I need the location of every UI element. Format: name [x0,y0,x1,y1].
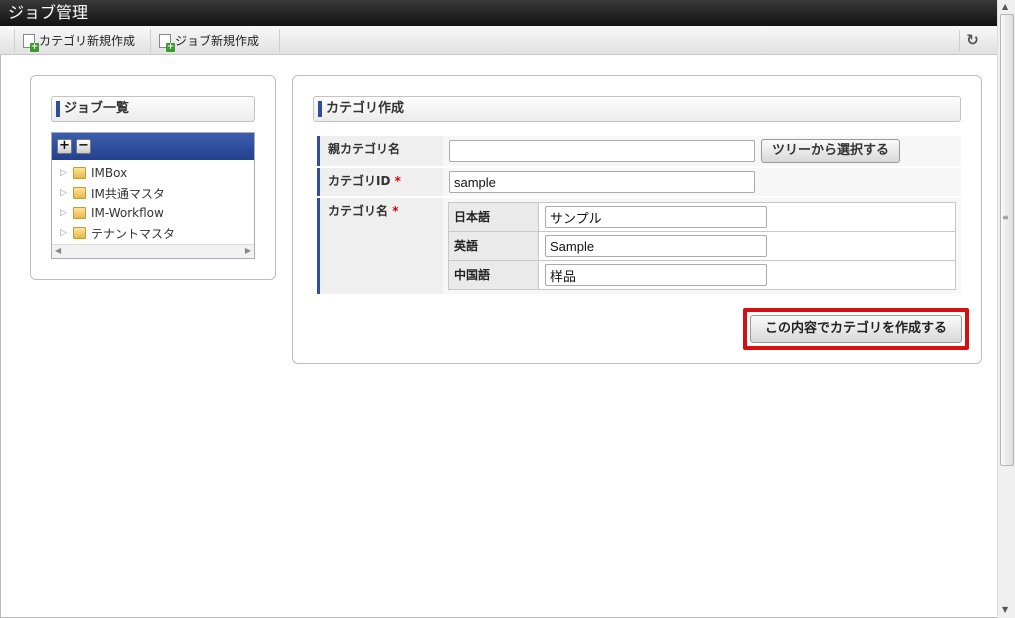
parent-category-cell: ツリーから選択する [443,136,961,166]
category-name-cell: 日本語 英語 中国語 [443,198,961,294]
table-row: 英語 [448,231,956,261]
job-tree: + − ▷ IMBox ▷ IM共通マスタ ▷ IM-Workflow ▷ テナ… [51,132,255,259]
tree-node[interactable]: ▷ IM-Workflow [60,203,254,223]
category-create-heading: カテゴリ作成 [313,96,961,122]
language-label: 英語 [448,231,539,261]
new-job-label: ジョブ新規作成 [175,34,260,48]
category-create-panel: カテゴリ作成 親カテゴリ名 ツリーから選択する カテゴリID * sample … [292,75,982,364]
scroll-grip-icon: ≡ [1002,213,1009,222]
parent-category-input[interactable] [449,140,755,162]
language-value-cell [538,202,956,232]
new-document-icon [159,33,175,52]
vertical-scrollbar[interactable]: ▲ ≡ ▼ [997,0,1015,618]
scroll-left-arrow-icon[interactable]: ◀ [55,246,61,255]
folder-icon [73,167,86,179]
tree-node-label: IM-Workflow [91,206,164,220]
scrollbar-thumb[interactable] [1000,14,1014,466]
parent-category-label-text: 親カテゴリ名 [328,142,401,156]
refresh-icon: ↻ [966,31,979,49]
language-value-cell [538,231,956,261]
table-row: 日本語 [448,202,956,232]
submit-highlight: この内容でカテゴリを作成する [743,308,969,350]
app-title: ジョブ管理 [8,3,89,22]
category-name-label-text: カテゴリ名 [328,204,389,218]
category-form: 親カテゴリ名 ツリーから選択する カテゴリID * カテゴリ名 * [317,134,961,296]
category-id-label-text: カテゴリID [328,174,391,188]
expand-arrow-icon[interactable]: ▷ [60,208,68,218]
category-id-label: カテゴリID * [317,168,443,196]
new-job-button[interactable]: ジョブ新規作成 [151,29,280,52]
expand-arrow-icon[interactable]: ▷ [60,188,68,198]
tree-node-label: IMBox [91,166,128,180]
name-ja-input[interactable] [545,206,767,228]
new-category-label: カテゴリ新規作成 [39,34,136,48]
category-create-heading-text: カテゴリ作成 [326,101,405,116]
folder-icon [73,187,86,199]
folder-icon [73,227,86,239]
language-value-cell [538,260,956,290]
category-name-label: カテゴリ名 * [317,198,443,294]
tree-toolbar: + − [52,133,254,160]
expand-all-icon[interactable]: + [57,139,72,154]
new-category-button[interactable]: カテゴリ新規作成 [14,29,151,52]
scroll-down-arrow-icon[interactable]: ▼ [1002,605,1008,614]
parent-category-label: 親カテゴリ名 [317,136,443,166]
select-from-tree-button[interactable]: ツリーから選択する [761,139,901,163]
new-document-icon [23,33,39,52]
category-id-input[interactable] [449,171,755,193]
name-zh-input[interactable] [545,264,767,286]
folder-icon [73,207,86,219]
expand-arrow-icon[interactable]: ▷ [60,228,68,238]
name-en-input[interactable] [545,235,767,257]
table-row: 中国語 [448,260,956,290]
language-label: 日本語 [448,202,539,232]
create-category-button[interactable]: この内容でカテゴリを作成する [750,315,962,343]
tree-horizontal-scrollbar[interactable]: ◀ ▶ [52,244,254,258]
tree-node[interactable]: ▷ IMBox [60,163,254,183]
job-list-panel: ジョブ一覧 + − ▷ IMBox ▷ IM共通マスタ ▷ IM-Workflo… [30,75,276,280]
required-mark: * [394,174,401,188]
job-list-heading: ジョブ一覧 [51,96,255,122]
tree-node-label: IM共通マスタ [91,186,165,201]
tree-node[interactable]: ▷ テナントマスタ [60,223,254,243]
category-id-cell [443,168,961,196]
expand-arrow-icon[interactable]: ▷ [60,168,68,178]
toolbar: カテゴリ新規作成 ジョブ新規作成 ↻ [0,26,997,55]
refresh-button[interactable]: ↻ [959,30,985,51]
job-list-heading-text: ジョブ一覧 [64,101,130,116]
scroll-up-arrow-icon[interactable]: ▲ [1002,2,1008,11]
language-label: 中国語 [448,260,539,290]
tree-list: ▷ IMBox ▷ IM共通マスタ ▷ IM-Workflow ▷ テナントマス… [52,160,254,243]
collapse-all-icon[interactable]: − [76,139,91,154]
tree-node[interactable]: ▷ IM共通マスタ [60,183,254,203]
tree-node-label: テナントマスタ [91,226,176,241]
app-titlebar: ジョブ管理 [0,0,997,26]
scroll-right-arrow-icon[interactable]: ▶ [245,246,251,255]
localized-name-table: 日本語 英語 中国語 [448,202,956,290]
required-mark: * [392,204,399,218]
